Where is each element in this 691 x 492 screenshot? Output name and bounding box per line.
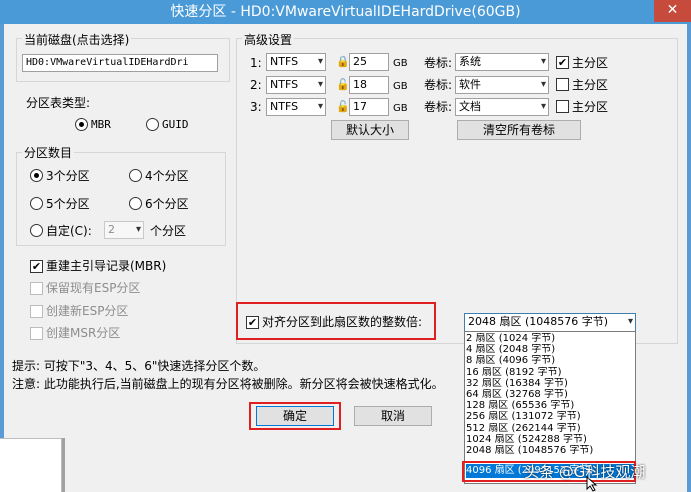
unlock-icon[interactable]: 🔓 — [336, 77, 350, 93]
list-item[interactable]: 16 扇区 (8192 字节) — [466, 367, 634, 378]
default-size-button[interactable]: 默认大小 — [331, 120, 409, 140]
list-item[interactable]: 512 扇区 (262144 字节) — [466, 423, 634, 434]
chevron-down-icon: ▾ — [317, 79, 323, 90]
partition-6-label: 6个分区 — [145, 197, 189, 211]
row-1-fs: NTFS — [270, 55, 299, 68]
partition-4-label: 4个分区 — [145, 169, 189, 183]
mbr-radio-label: MBR — [91, 118, 111, 131]
tip-text: 提示: 可按下"3、4、5、6"快速选择分区个数。 — [12, 359, 266, 373]
align-selected-value: 2048 扇区 (1048576 字节) — [468, 315, 609, 328]
list-item[interactable]: 128 扇区 (65536 字节) — [466, 400, 634, 411]
advanced-settings-label: 高级设置 — [242, 31, 295, 48]
row-1-label: 系统 — [459, 55, 481, 68]
partition-count-label: 分区数目 — [22, 144, 75, 161]
keep-esp-checkbox[interactable] — [30, 282, 43, 295]
row-3-index: 3: — [250, 100, 262, 114]
create-esp-label: 创建新ESP分区 — [46, 304, 129, 318]
align-select[interactable]: 2048 扇区 (1048576 字节) ▾ — [464, 313, 636, 332]
row-3-label-select[interactable]: 文档 ▾ — [455, 98, 549, 116]
row-2-label-caption: 卷标: — [424, 78, 453, 92]
partition-4-radio[interactable] — [129, 169, 142, 182]
chevron-down-icon: ▾ — [540, 56, 546, 67]
partition-5-label: 5个分区 — [46, 197, 90, 211]
clear-all-labels-button[interactable]: 清空所有卷标 — [457, 120, 581, 140]
chevron-down-icon: ▾ — [540, 101, 546, 112]
row-3-fs-select[interactable]: NTFS ▾ — [266, 98, 326, 116]
chevron-down-icon: ▾ — [540, 79, 546, 90]
background-divider — [62, 438, 65, 492]
row-3-label-caption: 卷标: — [424, 100, 453, 114]
list-item[interactable]: 64 扇区 (32768 字节) — [466, 389, 634, 400]
partition-6-radio[interactable] — [129, 197, 142, 210]
list-item[interactable]: 256 扇区 (131072 字节) — [466, 411, 634, 422]
row-2-label: 软件 — [459, 78, 481, 91]
rebuild-mbr-checkbox[interactable]: ✔ — [30, 260, 43, 273]
partition-custom-radio[interactable] — [30, 224, 43, 237]
row-2-fs-select[interactable]: NTFS ▾ — [266, 76, 326, 94]
row-2-unit: GB — [393, 81, 408, 92]
row-1-primary-checkbox[interactable]: ✔ — [556, 56, 569, 69]
lock-icon[interactable]: 🔒 — [336, 54, 350, 70]
align-checkbox[interactable]: ✔ — [246, 316, 259, 329]
row-1-index: 1: — [250, 56, 262, 70]
cancel-button[interactable]: 取消 — [354, 406, 432, 426]
keep-esp-label: 保留现有ESP分区 — [46, 281, 141, 295]
row-2-index: 2: — [250, 78, 262, 92]
guid-radio[interactable] — [146, 118, 159, 131]
list-item[interactable]: 4 扇区 (2048 字节) — [466, 344, 634, 355]
partition-3-radio[interactable] — [30, 169, 43, 182]
row-3-fs: NTFS — [270, 100, 299, 113]
partition-5-radio[interactable] — [30, 197, 43, 210]
current-disk-field[interactable]: HD0:VMwareVirtualIDEHardDri — [22, 54, 218, 72]
list-item[interactable]: 2 扇区 (1024 字节) — [466, 333, 634, 344]
row-2-fs: NTFS — [270, 78, 299, 91]
guid-radio-label: GUID — [162, 118, 189, 131]
partition-3-label: 3个分区 — [46, 169, 90, 183]
chevron-down-icon: ▾ — [317, 101, 323, 112]
partition-table-label: 分区表类型: — [26, 96, 91, 110]
row-3-primary-checkbox[interactable] — [556, 100, 569, 113]
mbr-radio[interactable] — [75, 118, 88, 131]
chevron-down-icon: ▾ — [135, 224, 141, 235]
close-button[interactable]: ✕ — [654, 0, 691, 22]
list-item[interactable]: 1024 扇区 (524288 字节) — [466, 434, 634, 445]
row-2-size-input[interactable]: 18 — [349, 76, 389, 94]
create-msr-checkbox[interactable] — [30, 327, 43, 340]
rebuild-mbr-label: 重建主引导记录(MBR) — [46, 259, 167, 273]
row-2-primary-checkbox[interactable] — [556, 78, 569, 91]
row-1-unit: GB — [393, 58, 408, 69]
partition-custom-value: 2 — [108, 223, 115, 236]
align-label: 对齐分区到此扇区数的整数倍: — [262, 315, 423, 329]
chevron-down-icon: ▾ — [627, 316, 633, 327]
create-esp-checkbox[interactable] — [30, 305, 43, 318]
background-window — [0, 438, 62, 492]
list-item[interactable]: 8 扇区 (4096 字节) — [466, 355, 634, 366]
row-2-label-select[interactable]: 软件 ▾ — [455, 76, 549, 94]
create-msr-label: 创建MSR分区 — [46, 326, 121, 340]
warning-text: 注意: 此功能执行后,当前磁盘上的现有分区将被删除。新分区将会被快速格式化。 — [12, 377, 444, 391]
row-1-fs-select[interactable]: NTFS ▾ — [266, 53, 326, 71]
list-item[interactable]: 2048 扇区 (1048576 字节) — [466, 445, 634, 456]
partition-custom-unit: 个分区 — [150, 224, 187, 238]
partition-custom-select[interactable]: 2 ▾ — [104, 221, 144, 239]
row-2-primary-label: 主分区 — [572, 78, 609, 92]
row-1-primary-label: 主分区 — [572, 56, 609, 70]
chevron-down-icon: ▾ — [317, 56, 323, 67]
watermark: 头条 @G科技观潮 — [524, 463, 646, 481]
unlock-icon[interactable]: 🔓 — [336, 99, 350, 115]
row-3-primary-label: 主分区 — [572, 100, 609, 114]
row-1-label-caption: 卷标: — [424, 56, 453, 70]
row-3-label: 文档 — [459, 100, 481, 113]
row-3-size-input[interactable]: 17 — [349, 98, 389, 116]
list-item[interactable]: 32 扇区 (16384 字节) — [466, 378, 634, 389]
partition-custom-label: 自定(C): — [46, 224, 92, 238]
row-3-unit: GB — [393, 103, 408, 114]
window-title: 快速分区 - HD0:VMwareVirtualIDEHardDrive(60G… — [170, 4, 521, 20]
ok-button[interactable]: 确定 — [256, 406, 334, 426]
row-1-label-select[interactable]: 系统 ▾ — [455, 53, 549, 71]
row-1-size-input[interactable]: 25 — [349, 53, 389, 71]
current-disk-label: 当前磁盘(点击选择) — [22, 31, 132, 48]
